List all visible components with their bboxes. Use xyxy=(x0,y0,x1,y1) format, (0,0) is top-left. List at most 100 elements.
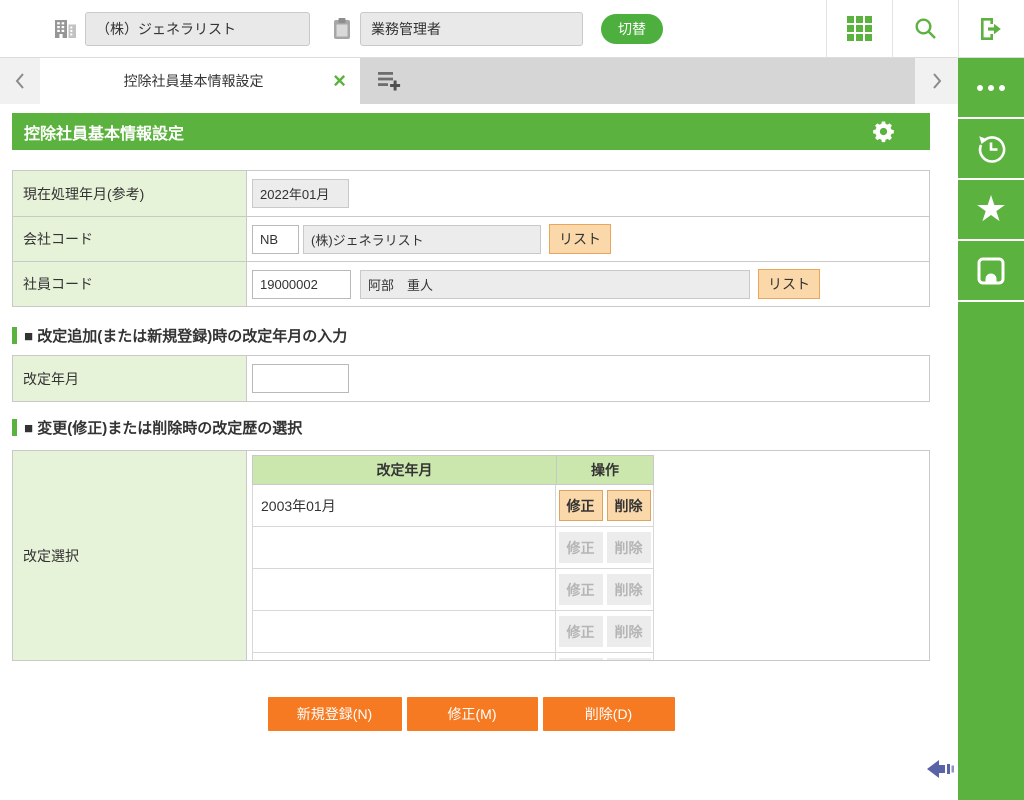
sidebar-manual-button[interactable] xyxy=(958,241,1024,302)
switch-button[interactable]: 切替 xyxy=(601,13,663,44)
row-edit-button: 修正 xyxy=(558,658,603,660)
revision-table-header: 改定年月 操作 xyxy=(252,455,654,485)
chevron-right-icon xyxy=(933,73,942,89)
employee-code-row: 社員コード リスト xyxy=(13,261,929,306)
basic-info-form: 現在処理年月(参考) 会社コード リスト 社員コード リスト xyxy=(12,170,930,307)
row-edit-button: 修正 xyxy=(558,574,603,605)
revision-month-cell xyxy=(252,527,556,569)
revision-month-cell xyxy=(252,569,556,611)
sidebar-favorites-button[interactable]: ★ xyxy=(958,180,1024,241)
company-input[interactable] xyxy=(85,11,310,46)
employee-code-label: 社員コード xyxy=(13,262,247,306)
revision-actions-cell: 修正削除 xyxy=(556,653,654,660)
company-building-icon xyxy=(54,19,77,39)
revision-table-rows: 2003年01月修正削除修正削除修正削除修正削除修正削除 xyxy=(252,485,654,660)
row-delete-button: 削除 xyxy=(606,658,651,660)
memo-icon xyxy=(976,256,1006,286)
current-month-label: 現在処理年月(参考) xyxy=(13,171,247,216)
tab-active[interactable]: 控除社員基本情報設定 × xyxy=(40,58,360,104)
revision-row: 修正削除 xyxy=(252,653,654,660)
revision-month-cell: 2003年01月 xyxy=(252,485,556,527)
new-register-button[interactable]: 新規登録(N) xyxy=(267,697,402,731)
current-month-field xyxy=(252,179,349,208)
section-add-title: ■ 改定追加(または新規登録)時の改定年月の入力 xyxy=(24,327,348,345)
col-header-action: 操作 xyxy=(556,455,654,485)
revision-month-cell xyxy=(252,611,556,653)
revision-actions-cell: 修正削除 xyxy=(556,527,654,569)
employee-code-input[interactable] xyxy=(252,269,351,299)
revision-table-wrap: 改定年月 操作 2003年01月修正削除修正削除修正削除修正削除修正削除 xyxy=(247,451,929,660)
role-clipboard-icon xyxy=(332,17,352,40)
modify-button[interactable]: 修正(M) xyxy=(406,697,538,731)
company-name-field xyxy=(303,224,541,254)
right-sidebar: ★ xyxy=(958,58,1024,800)
row-edit-button[interactable]: 修正 xyxy=(558,490,603,521)
add-tab-button[interactable] xyxy=(378,71,405,96)
row-delete-button: 削除 xyxy=(606,532,651,563)
revision-month-form: 改定年月 xyxy=(12,355,930,402)
revision-table: 改定年月 操作 2003年01月修正削除修正削除修正削除修正削除修正削除 xyxy=(252,455,654,660)
section-accent-bar xyxy=(12,418,17,436)
add-tab-icon xyxy=(378,72,401,91)
revision-row: 修正削除 xyxy=(252,527,654,569)
ellipsis-icon xyxy=(977,84,1005,91)
revision-row: 修正削除 xyxy=(252,569,654,611)
main-content: 控除社員基本情報設定 現在処理年月(参考) 会社コード リスト xyxy=(0,104,958,800)
tab-bar: 控除社員基本情報設定 × xyxy=(0,58,958,104)
grid-icon xyxy=(847,16,872,41)
company-code-row: 会社コード リスト xyxy=(13,216,929,261)
sidebar-more-button[interactable] xyxy=(958,58,1024,119)
row-delete-button: 削除 xyxy=(606,616,651,647)
section-select-title: ■ 変更(修正)または削除時の改定歴の選択 xyxy=(24,419,303,437)
revision-actions-cell: 修正削除 xyxy=(556,569,654,611)
col-header-month: 改定年月 xyxy=(252,455,556,485)
search-button[interactable] xyxy=(892,0,958,58)
role-input[interactable] xyxy=(360,11,583,46)
revision-row: 修正削除 xyxy=(252,611,654,653)
revision-month-input[interactable] xyxy=(252,364,349,393)
row-delete-button: 削除 xyxy=(606,574,651,605)
row-delete-button[interactable]: 削除 xyxy=(606,490,651,521)
section-add-header: ■ 改定追加(または新規登録)時の改定年月の入力 xyxy=(12,322,347,348)
row-edit-button: 修正 xyxy=(558,532,603,563)
delete-button[interactable]: 削除(D) xyxy=(542,697,675,731)
page-title-bar: 控除社員基本情報設定 xyxy=(12,113,930,150)
collapse-arrow-icon xyxy=(927,760,954,778)
revision-select-label: 改定選択 xyxy=(13,451,247,660)
revision-select-row: 改定選択 改定年月 操作 2003年01月修正削除修正削除修正削除修正削除修正削… xyxy=(12,450,930,661)
company-code-input[interactable] xyxy=(252,224,299,254)
search-icon xyxy=(913,16,938,41)
tab-scroll-right-button[interactable] xyxy=(915,58,958,104)
sidebar-history-button[interactable] xyxy=(958,119,1024,180)
section-select-header: ■ 変更(修正)または削除時の改定歴の選択 xyxy=(12,414,302,440)
gear-icon xyxy=(873,121,894,143)
revision-month-label: 改定年月 xyxy=(13,356,247,401)
history-icon xyxy=(975,133,1007,165)
current-month-row: 現在処理年月(参考) xyxy=(13,171,929,216)
tab-close-icon[interactable]: × xyxy=(333,70,346,92)
app-menu-button[interactable] xyxy=(826,0,892,58)
revision-actions-cell: 修正削除 xyxy=(556,485,654,527)
employee-name-field xyxy=(360,269,750,299)
footer-buttons: 新規登録(N) 修正(M) 削除(D) xyxy=(12,697,930,731)
logout-button[interactable] xyxy=(958,0,1024,58)
row-edit-button: 修正 xyxy=(558,616,603,647)
company-code-label: 会社コード xyxy=(13,217,247,261)
revision-month-cell xyxy=(252,653,556,660)
company-list-button[interactable]: リスト xyxy=(549,224,611,254)
page-title: 控除社員基本情報設定 xyxy=(24,125,185,143)
tab-title: 控除社員基本情報設定 xyxy=(123,73,264,89)
collapse-panel-button[interactable] xyxy=(926,757,956,781)
employee-list-button[interactable]: リスト xyxy=(758,269,820,299)
chevron-left-icon xyxy=(15,73,24,89)
revision-row: 2003年01月 修正 削除 xyxy=(252,485,654,527)
star-icon: ★ xyxy=(974,188,1008,230)
app-window: 切替 控除社員基本情報設定 × xyxy=(0,0,1024,800)
revision-month-row: 改定年月 xyxy=(13,356,929,401)
revision-actions-cell: 修正削除 xyxy=(556,611,654,653)
tab-scroll-left-button[interactable] xyxy=(0,58,40,104)
top-bar: 切替 xyxy=(0,0,1024,58)
section-accent-bar xyxy=(12,326,17,344)
settings-button[interactable] xyxy=(872,120,895,143)
logout-icon xyxy=(978,17,1005,41)
